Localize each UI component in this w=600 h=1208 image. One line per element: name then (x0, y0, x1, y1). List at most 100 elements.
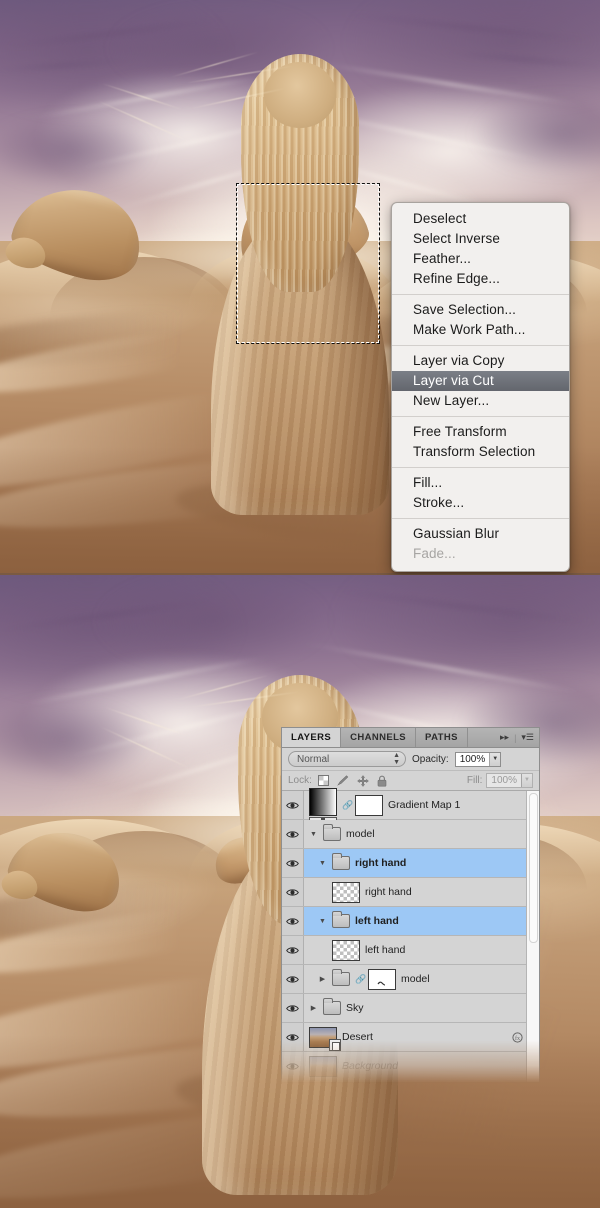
selection-context-menu[interactable]: Deselect Select Inverse Feather... Refine E… (391, 202, 570, 572)
eye-icon[interactable] (286, 946, 299, 955)
eye-icon[interactable] (286, 917, 299, 926)
lock-label: Lock: (288, 775, 312, 786)
fill-field[interactable]: 100% ▼ (486, 773, 533, 788)
gradient-thumbnail[interactable] (309, 788, 337, 822)
menu-separator (392, 294, 569, 295)
layer-name: right hand (355, 857, 407, 869)
lock-icon-group[interactable] (317, 774, 387, 787)
menu-item-select-inverse[interactable]: Select Inverse (392, 229, 569, 249)
layers-scrollbar[interactable] (526, 791, 539, 1082)
menu-item-layer-via-copy[interactable]: Layer via Copy (392, 351, 569, 371)
lock-image-icon[interactable] (337, 775, 349, 786)
menu-item-fill[interactable]: Fill... (392, 473, 569, 493)
opacity-field[interactable]: 100% ▼ (454, 751, 502, 767)
eye-icon[interactable] (286, 888, 299, 897)
menu-separator (392, 518, 569, 519)
layer-name: Desert (342, 1031, 373, 1043)
panel-header-icons[interactable]: ▸▸ | ▾☰ (495, 728, 539, 747)
fill-group[interactable]: Fill: 100% ▼ (467, 773, 533, 788)
layer-thumbnail[interactable] (332, 939, 360, 961)
layer-visibility-toggle[interactable] (282, 878, 304, 906)
layer-row[interactable]: ▼ right hand (282, 849, 539, 878)
layer-visibility-toggle[interactable] (282, 936, 304, 964)
layer-visibility-toggle[interactable] (282, 1052, 304, 1080)
eye-icon[interactable] (286, 1062, 299, 1071)
menu-item-transform-selection[interactable]: Transform Selection (392, 442, 569, 462)
menu-item-gaussian-blur[interactable]: Gaussian Blur (392, 524, 569, 544)
layer-row[interactable]: 🔗 Gradient Map 1 (282, 788, 539, 822)
layer-row[interactable]: left hand (282, 936, 539, 965)
eye-icon[interactable] (286, 1004, 299, 1013)
layer-row[interactable]: Desertfx▼ (282, 1023, 539, 1052)
lock-all-icon[interactable] (377, 775, 387, 787)
layer-thumbnail[interactable] (309, 1026, 341, 1051)
scrollbar-thumb[interactable] (529, 793, 538, 943)
layer-name: Gradient Map 1 (388, 799, 461, 811)
menu-item-refine-edge[interactable]: Refine Edge... (392, 269, 569, 289)
eye-icon[interactable] (286, 975, 299, 984)
tab-layers[interactable]: LAYERS (282, 728, 342, 747)
menu-item-feather[interactable]: Feather... (392, 249, 569, 269)
folder-icon (332, 969, 350, 986)
collapse-icon[interactable]: ▸▸ (500, 732, 509, 743)
blend-mode-row[interactable]: Normal ▲ ▼ Opacity: 100% ▼ (282, 748, 539, 770)
link-icon[interactable]: 🔗 (342, 800, 353, 811)
layer-row[interactable]: right hand (282, 878, 539, 907)
tab-channels[interactable]: CHANNELS (341, 728, 417, 747)
chevron-down-icon[interactable]: ▼ (318, 918, 327, 925)
fx-icon[interactable]: fx (512, 1031, 523, 1043)
lock-position-icon[interactable] (356, 774, 369, 787)
layer-visibility-toggle[interactable] (282, 907, 304, 935)
chevron-right-icon[interactable]: ▶ (309, 1004, 318, 1012)
layer-visibility-toggle[interactable] (282, 994, 304, 1022)
menu-item-new-layer[interactable]: New Layer... (392, 391, 569, 411)
menu-item-save-selection[interactable]: Save Selection... (392, 300, 569, 320)
smart-object-badge (329, 1038, 341, 1051)
layer-row[interactable]: Background (282, 1052, 539, 1081)
layer-visibility-toggle[interactable] (282, 965, 304, 993)
link-icon[interactable]: 🔗 (355, 974, 366, 985)
eye-icon[interactable] (286, 801, 299, 810)
lock-transparency-icon[interactable] (317, 775, 329, 786)
menu-separator (392, 345, 569, 346)
layer-visibility-toggle[interactable] (282, 849, 304, 877)
group-mask-thumbnail[interactable] (368, 968, 396, 990)
layer-row[interactable]: ▶ 🔗 model (282, 965, 539, 994)
chevron-down-icon[interactable]: ▼ (489, 752, 501, 766)
menu-item-layer-via-cut[interactable]: Layer via Cut (392, 371, 569, 391)
layer-list[interactable]: 🔗 Gradient Map 1 ▼ model ▼ right hand right ha… (282, 788, 539, 1081)
layer-name: right hand (365, 886, 412, 898)
chevron-down-icon[interactable]: ▼ (318, 860, 327, 867)
eye-icon[interactable] (286, 1033, 299, 1042)
marching-ants-selection[interactable] (236, 183, 380, 344)
eye-icon[interactable] (286, 830, 299, 839)
layers-panel[interactable]: LAYERS CHANNELS PATHS ▸▸ | ▾☰ Normal ▲ ▼ Opaci… (281, 727, 540, 1083)
layer-name: left hand (355, 915, 399, 927)
chevron-right-icon[interactable]: ▶ (318, 975, 327, 983)
menu-separator (392, 416, 569, 417)
layer-mask-thumbnail[interactable] (355, 794, 383, 816)
layer-visibility-toggle[interactable] (282, 820, 304, 848)
panel-tab-bar[interactable]: LAYERS CHANNELS PATHS ▸▸ | ▾☰ (282, 728, 539, 748)
eye-icon[interactable] (286, 859, 299, 868)
menu-item-make-work-path[interactable]: Make Work Path... (392, 320, 569, 340)
panel-menu-icon[interactable]: ▾☰ (521, 732, 534, 743)
fill-value: 100% (491, 775, 517, 786)
menu-item-stroke[interactable]: Stroke... (392, 493, 569, 513)
chevron-down-icon[interactable]: ▼ (521, 774, 532, 787)
layer-row[interactable]: ▼ left hand (282, 907, 539, 936)
layer-name: Sky (346, 1002, 364, 1014)
layer-row[interactable]: ▼ model (282, 820, 539, 849)
menu-item-free-transform[interactable]: Free Transform (392, 422, 569, 442)
layer-thumbnail[interactable] (309, 1055, 337, 1077)
menu-item-deselect[interactable]: Deselect (392, 209, 569, 229)
layer-visibility-toggle[interactable] (282, 791, 304, 819)
chevron-down-icon[interactable]: ▼ (309, 831, 318, 838)
layer-row[interactable]: ▶ Sky (282, 994, 539, 1023)
tab-paths[interactable]: PATHS (416, 728, 468, 747)
layer-thumbnail[interactable] (332, 881, 360, 903)
blend-mode-select[interactable]: Normal ▲ ▼ (288, 751, 406, 767)
folder-icon (323, 824, 341, 841)
left-arm (5, 175, 151, 291)
layer-visibility-toggle[interactable] (282, 1023, 304, 1051)
